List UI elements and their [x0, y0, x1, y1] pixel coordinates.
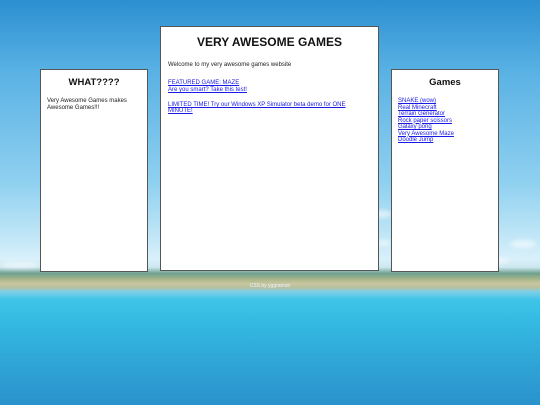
background-cloud: [510, 240, 536, 248]
welcome-text: Welcome to my very awesome games website: [168, 62, 292, 68]
game-link-snake[interactable]: SNAKE (wow): [398, 98, 436, 104]
what-panel-title: WHAT????: [68, 77, 120, 88]
background-cloud: [0, 262, 40, 268]
main-panel: VERY AWESOME GAMES Welcome to my very aw…: [160, 26, 379, 271]
page-title: VERY AWESOME GAMES: [197, 35, 342, 49]
what-panel: WHAT???? Very Awesome Games makes Awesom…: [40, 69, 148, 272]
featured-links: FEATURED GAME: MAZE Are you smart? Take …: [168, 80, 371, 94]
smart-test-link[interactable]: Are you smart? Take this test!: [168, 87, 371, 94]
games-list: SNAKE (wow) Real Minecraft Terrain Gener…: [398, 98, 492, 144]
limited-offer: LIMITED TIME! Try our Windows XP Simulat…: [168, 102, 371, 114]
what-panel-text: Very Awesome Games makes Awesome Games!!…: [47, 98, 127, 111]
game-link-galaxy-pong[interactable]: Galaxy pong: [398, 124, 432, 130]
css-credit: CSS by yggramon: [249, 283, 291, 289]
game-link-very-awesome-maze[interactable]: Very Awesome Maze: [398, 131, 454, 137]
game-link-real-minecraft[interactable]: Real Minecraft: [398, 105, 437, 111]
game-link-doodle-jump[interactable]: Doodle Jump: [398, 137, 433, 143]
games-panel-title: Games: [429, 77, 461, 88]
game-link-terrain-generator[interactable]: Terrain Generator: [398, 111, 445, 117]
windows-xp-simulator-link[interactable]: LIMITED TIME! Try our Windows XP Simulat…: [168, 102, 346, 114]
games-panel: Games SNAKE (wow) Real Minecraft Terrain…: [391, 69, 499, 272]
list-item: Doodle Jump: [398, 137, 492, 144]
featured-game-link[interactable]: FEATURED GAME: MAZE: [168, 80, 371, 87]
game-link-rock-paper-scissors[interactable]: Rock paper scissors: [398, 118, 452, 124]
